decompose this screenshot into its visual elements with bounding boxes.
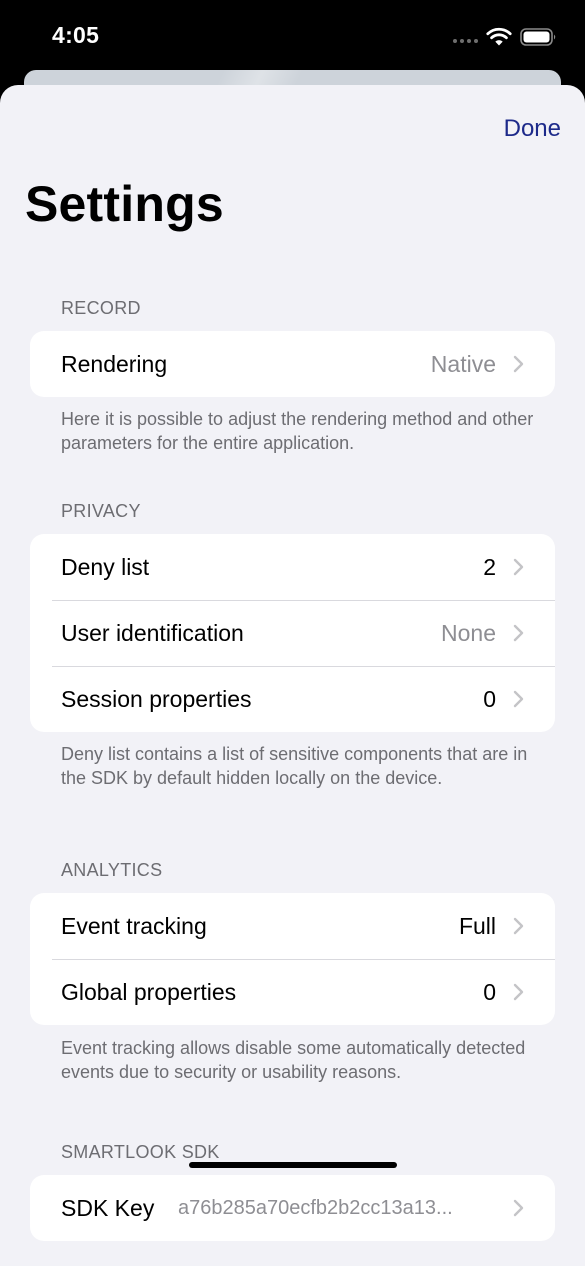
- row-value: Full: [458, 912, 496, 939]
- done-button[interactable]: Done: [504, 115, 561, 143]
- rendering-row[interactable]: Rendering Native: [30, 331, 555, 397]
- page-title: Settings: [25, 176, 224, 232]
- status-time: 4:05: [52, 22, 100, 48]
- row-label: User identification: [61, 619, 244, 646]
- group-record: Rendering Native: [30, 331, 555, 397]
- row-label: Deny list: [61, 553, 150, 580]
- event-tracking-row[interactable]: Event tracking Full: [30, 893, 555, 959]
- cellular-signal-icon: [453, 39, 478, 43]
- home-indicator: [189, 1162, 397, 1168]
- group-privacy: Deny list 2 User identification None Ses…: [30, 534, 555, 732]
- wifi-icon: [486, 27, 512, 46]
- row-label: Event tracking: [61, 912, 207, 939]
- section-header-analytics: ANALYTICS: [61, 860, 163, 880]
- section-header-privacy: PRIVACY: [61, 501, 141, 521]
- section-footer-privacy: Deny list contains a list of sensitive c…: [61, 744, 528, 788]
- battery-icon: [520, 28, 556, 46]
- section-footer-analytics: Event tracking allows disable some autom…: [61, 1038, 526, 1082]
- chevron-right-icon: [513, 983, 524, 1001]
- chevron-right-icon: [513, 355, 524, 373]
- section-footer-record: Here it is possible to adjust the render…: [61, 409, 534, 453]
- sdk-key-value: a76b285a70ecfb2b2cc13a13...: [178, 1196, 453, 1219]
- chevron-right-icon: [513, 917, 524, 935]
- row-label: Global properties: [61, 978, 237, 1005]
- section-header-record: RECORD: [61, 298, 141, 318]
- user-identification-row[interactable]: User identification None: [30, 600, 555, 666]
- session-properties-row[interactable]: Session properties 0: [30, 666, 555, 732]
- chevron-right-icon: [513, 690, 524, 708]
- deny-list-row[interactable]: Deny list 2: [30, 534, 555, 600]
- chevron-right-icon: [513, 624, 524, 642]
- row-value: 0: [483, 978, 496, 1005]
- row-value: 0: [483, 685, 496, 712]
- chevron-right-icon: [513, 1199, 524, 1217]
- group-analytics: Event tracking Full Global properties 0: [30, 893, 555, 1025]
- row-value: 2: [483, 553, 496, 580]
- settings-sheet: Done Settings RECORD Rendering Native He…: [0, 85, 585, 1266]
- row-value: Native: [430, 350, 496, 377]
- row-value: None: [441, 619, 496, 646]
- chevron-right-icon: [513, 558, 524, 576]
- group-sdk: SDK Key a76b285a70ecfb2b2cc13a13...: [30, 1175, 555, 1241]
- row-label: Rendering: [61, 350, 168, 377]
- row-label: Session properties: [61, 685, 252, 712]
- global-properties-row[interactable]: Global properties 0: [30, 959, 555, 1025]
- row-label: SDK Key: [61, 1194, 155, 1221]
- section-header-sdk: SMARTLOOK SDK: [61, 1142, 220, 1162]
- sdk-key-row[interactable]: SDK Key a76b285a70ecfb2b2cc13a13...: [30, 1175, 555, 1241]
